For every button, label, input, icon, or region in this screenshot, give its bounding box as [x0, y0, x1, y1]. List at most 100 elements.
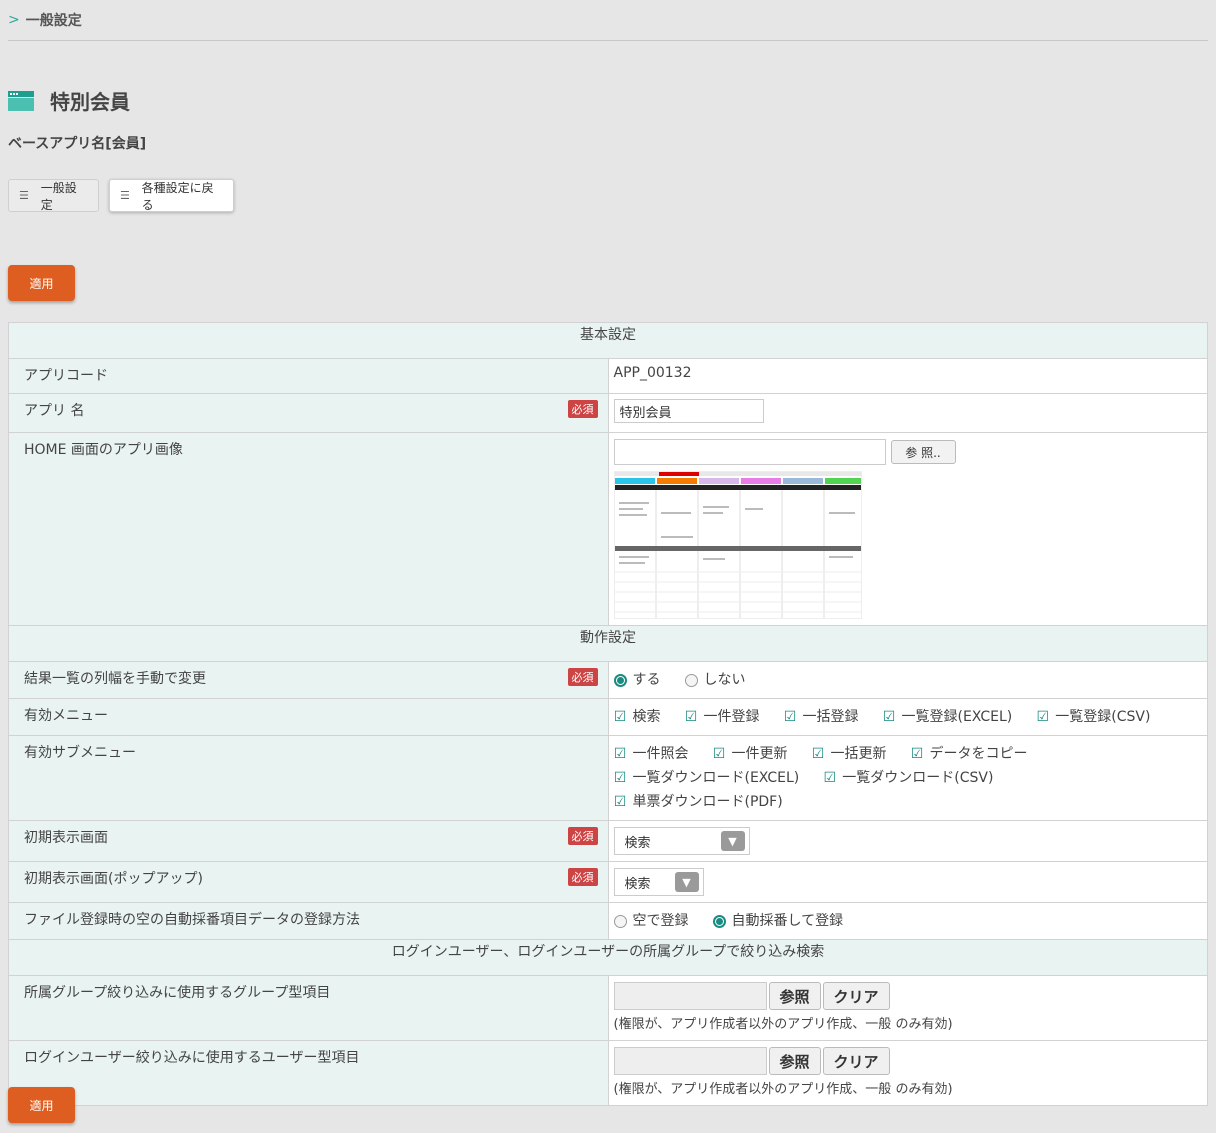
- checkbox-submenu-single-view[interactable]: ☑ 一件照会: [614, 742, 689, 766]
- initial-popup-select[interactable]: 検索 ▼: [613, 868, 704, 896]
- tab-label: 各種設定に戻る: [141, 180, 214, 212]
- option-label: 一覧ダウンロード(CSV): [842, 770, 994, 786]
- option-label: 空で登録: [632, 913, 689, 929]
- back-to-settings-button[interactable]: ☰ 各種設定に戻る: [109, 179, 234, 212]
- option-label: 一件登録: [703, 709, 760, 725]
- radio-selected-icon: [613, 673, 627, 687]
- checkbox-submenu-copy-data[interactable]: ☑ データをコピー: [911, 742, 1028, 766]
- label-text: 初期表示画面: [24, 830, 108, 846]
- breadcrumb-divider: [8, 40, 1208, 41]
- label-home-image: HOME 画面のアプリ画像: [8, 432, 609, 626]
- section-login-filter: ログインユーザー、ログインユーザーの所属グループで絞り込み検索: [8, 939, 1208, 976]
- page-header: 特別会員: [8, 86, 130, 115]
- radio-register-auto-number[interactable]: 自動採番して登録: [712, 909, 844, 933]
- checkbox-checked-icon: ☑: [613, 746, 627, 762]
- checkbox-menu-single-register[interactable]: ☑ 一件登録: [685, 705, 760, 729]
- label-text: 初期表示画面(ポップアップ): [24, 871, 203, 887]
- option-label: 一覧登録(EXCEL): [901, 709, 1013, 725]
- required-badge: 必須: [567, 668, 598, 686]
- label-app-name: アプリ 名 必須: [8, 393, 609, 433]
- option-label: 一件更新: [731, 746, 788, 762]
- chevron-right-icon: >: [8, 12, 20, 28]
- option-label: 単票ダウンロード(PDF): [632, 794, 783, 810]
- checkbox-menu-list-register-csv[interactable]: ☑ 一覧登録(CSV): [1036, 705, 1150, 729]
- group-item-note: (権限が、アプリ作成者以外のアプリ作成、一般 のみ有効): [613, 1017, 953, 1032]
- group-item-input[interactable]: [613, 982, 767, 1010]
- option-label: 一件照会: [632, 746, 689, 762]
- label-initial-popup: 初期表示画面(ポップアップ) 必須: [8, 861, 609, 903]
- page-title: 特別会員: [50, 90, 130, 114]
- list-icon: ☰: [19, 189, 29, 202]
- app-image-preview: [613, 471, 862, 619]
- option-label: 一覧ダウンロード(EXCEL): [632, 770, 800, 786]
- checkbox-submenu-download-excel[interactable]: ☑ 一覧ダウンロード(EXCEL): [614, 766, 800, 790]
- checkbox-checked-icon: ☑: [712, 746, 726, 762]
- checkbox-checked-icon: ☑: [910, 746, 924, 762]
- checkbox-menu-search[interactable]: ☑ 検索: [614, 705, 661, 729]
- radio-column-width-yes[interactable]: する: [613, 668, 661, 692]
- checkbox-checked-icon: ☑: [684, 709, 698, 725]
- image-file-input[interactable]: [613, 439, 886, 465]
- radio-selected-icon: [712, 914, 726, 928]
- checkbox-submenu-single-update[interactable]: ☑ 一件更新: [713, 742, 788, 766]
- checkbox-submenu-download-pdf[interactable]: ☑ 単票ダウンロード(PDF): [614, 790, 783, 814]
- checkbox-menu-list-register-excel[interactable]: ☑ 一覧登録(EXCEL): [883, 705, 1013, 729]
- tab-label: 一般設定: [40, 180, 77, 212]
- radio-column-width-no[interactable]: しない: [684, 668, 746, 692]
- checkbox-checked-icon: ☑: [811, 746, 825, 762]
- label-app-code: アプリコード: [8, 358, 609, 394]
- radio-unselected-icon: [613, 914, 627, 928]
- option-label: する: [632, 672, 661, 688]
- option-label: 一覧登録(CSV): [1055, 709, 1151, 725]
- required-badge: 必須: [567, 400, 598, 418]
- label-text: アプリ 名: [24, 403, 85, 419]
- user-clear-button[interactable]: クリア: [822, 1047, 890, 1075]
- option-label: 自動採番して登録: [731, 913, 844, 929]
- apply-button-top[interactable]: 適用: [8, 265, 75, 301]
- checkbox-checked-icon: ☑: [823, 770, 837, 786]
- label-user-item: ログインユーザー絞り込みに使用するユーザー型項目: [8, 1040, 609, 1106]
- chevron-down-icon: ▼: [674, 872, 699, 892]
- apply-button-bottom[interactable]: 適用: [8, 1087, 75, 1123]
- option-label: しない: [703, 672, 746, 688]
- group-ref-button[interactable]: 参照: [768, 982, 821, 1010]
- label-text: 結果一覧の列幅を手動で変更: [24, 671, 206, 687]
- section-basic: 基本設定: [8, 322, 1208, 359]
- checkbox-submenu-download-csv[interactable]: ☑ 一覧ダウンロード(CSV): [823, 766, 993, 790]
- browse-button[interactable]: 参 照..: [890, 440, 956, 464]
- checkbox-checked-icon: ☑: [613, 770, 627, 786]
- radio-register-empty[interactable]: 空で登録: [613, 909, 689, 933]
- label-group-item: 所属グループ絞り込みに使用するグループ型項目: [8, 975, 609, 1041]
- breadcrumb: > 一般設定: [8, 8, 82, 32]
- label-initial-screen: 初期表示画面 必須: [8, 820, 609, 862]
- select-value: 検索: [624, 835, 651, 851]
- checkbox-checked-icon: ☑: [783, 709, 797, 725]
- label-column-width: 結果一覧の列幅を手動で変更 必須: [8, 661, 609, 699]
- breadcrumb-label[interactable]: 一般設定: [26, 10, 82, 30]
- option-label: 検索: [632, 709, 661, 725]
- base-app-name: ベースアプリ名[会員]: [8, 136, 147, 152]
- checkbox-menu-bulk-register[interactable]: ☑ 一括登録: [784, 705, 859, 729]
- user-item-note: (権限が、アプリ作成者以外のアプリ作成、一般 のみ有効): [613, 1082, 953, 1097]
- checkbox-checked-icon: ☑: [613, 794, 627, 810]
- label-auto-number: ファイル登録時の空の自動採番項目データの登録方法: [8, 902, 609, 940]
- tab-general-settings[interactable]: ☰ 一般設定: [8, 179, 99, 212]
- required-badge: 必須: [567, 827, 598, 845]
- option-label: 一括更新: [830, 746, 887, 762]
- checkbox-submenu-bulk-update[interactable]: ☑ 一括更新: [812, 742, 887, 766]
- group-clear-button[interactable]: クリア: [822, 982, 890, 1010]
- checkbox-checked-icon: ☑: [613, 709, 627, 725]
- settings-table: 基本設定 アプリコード APP_00132 アプリ 名 必須 HOME 画面のア…: [8, 322, 1208, 1106]
- select-value: 検索: [624, 876, 651, 892]
- initial-screen-select[interactable]: 検索 ▼: [613, 827, 750, 855]
- app-name-input[interactable]: [613, 399, 764, 423]
- required-badge: 必須: [567, 868, 598, 886]
- user-item-input[interactable]: [613, 1047, 767, 1075]
- checkbox-checked-icon: ☑: [1036, 709, 1050, 725]
- section-behavior: 動作設定: [8, 625, 1208, 662]
- label-menu: 有効メニュー: [8, 698, 609, 736]
- radio-unselected-icon: [684, 673, 698, 687]
- checkbox-checked-icon: ☑: [882, 709, 896, 725]
- list-icon: ☰: [120, 189, 130, 202]
- user-ref-button[interactable]: 参照: [768, 1047, 821, 1075]
